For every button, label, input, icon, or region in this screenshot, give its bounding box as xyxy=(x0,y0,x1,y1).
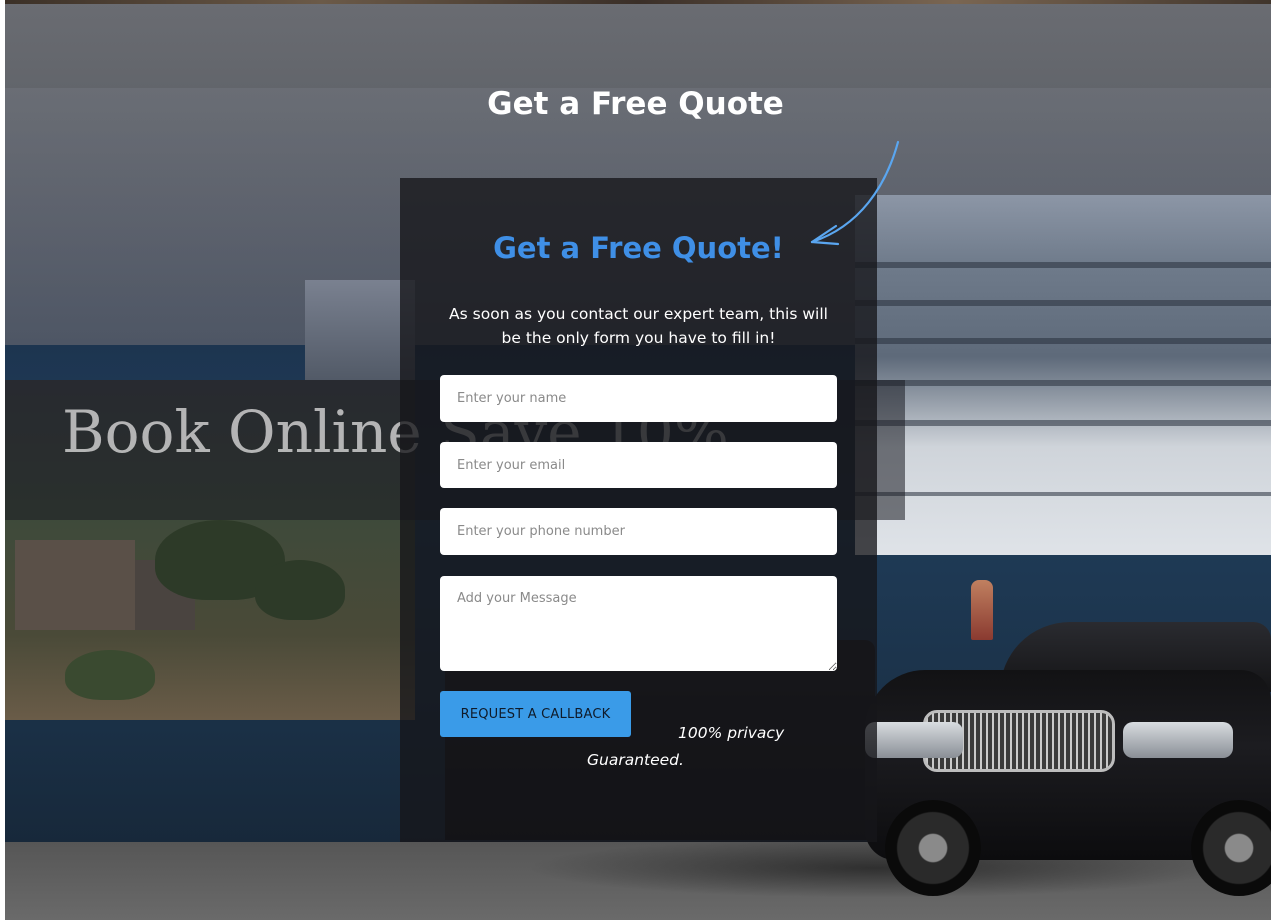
car-headlight xyxy=(1123,722,1233,758)
message-textarea[interactable] xyxy=(440,576,837,671)
email-input[interactable] xyxy=(440,442,837,488)
page: Book Online Save 10% Get a Free Quote Ge… xyxy=(0,0,1271,920)
page-title: Get a Free Quote xyxy=(487,86,784,122)
car-wheel xyxy=(885,800,981,896)
palm-tree xyxy=(255,560,345,620)
ship-deck xyxy=(855,380,1271,386)
name-input[interactable] xyxy=(440,375,837,422)
privacy-note-line1: 100% privacy xyxy=(678,724,785,742)
ship-deck xyxy=(855,492,1271,496)
second-ship xyxy=(305,280,415,390)
person xyxy=(971,580,993,640)
ship-deck xyxy=(855,300,1271,306)
request-callback-button[interactable]: REQUEST A CALLBACK xyxy=(440,691,631,737)
phone-input[interactable] xyxy=(440,508,837,555)
car-headlight xyxy=(865,722,963,758)
top-band xyxy=(5,0,1271,4)
ship-deck xyxy=(855,420,1271,426)
privacy-note-line2: Guaranteed. xyxy=(587,751,684,769)
house xyxy=(15,540,135,630)
bush xyxy=(65,650,155,700)
form-title: Get a Free Quote! xyxy=(493,231,784,265)
ship-deck xyxy=(855,338,1271,344)
form-description: As soon as you contact our expert team, … xyxy=(449,305,828,347)
